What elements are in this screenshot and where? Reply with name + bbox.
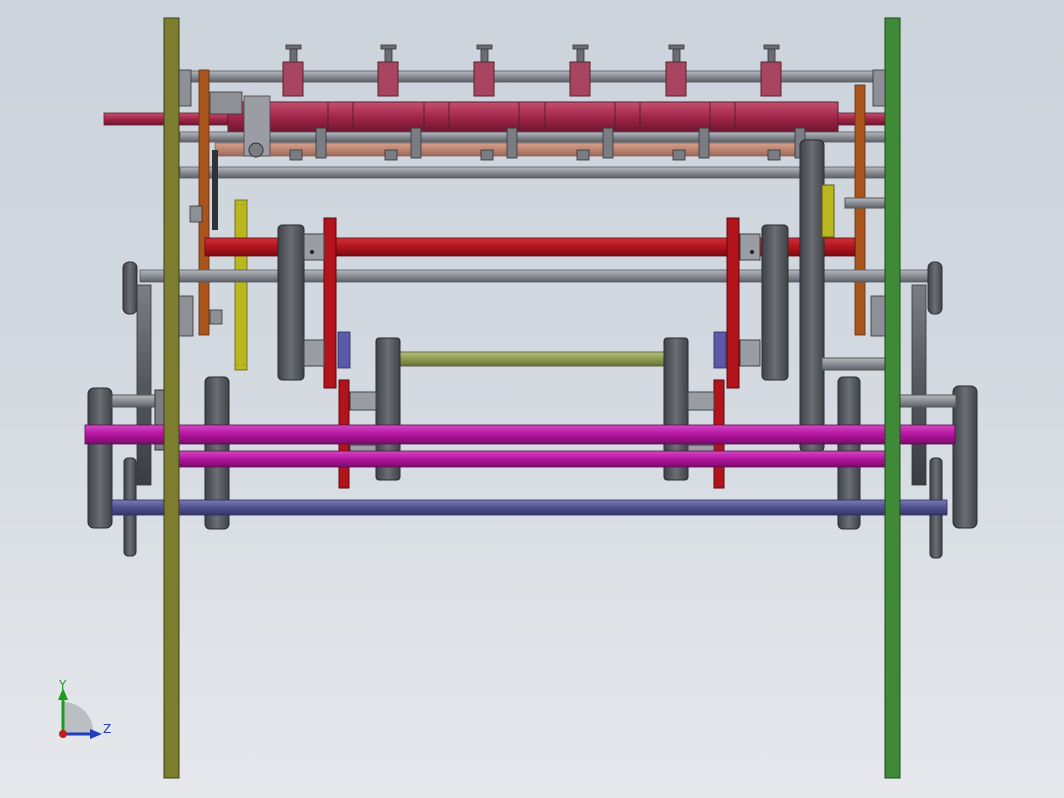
coordinate-triad: Y Z (50, 678, 120, 748)
blue-bottom-shaft (111, 499, 948, 516)
cad-3d-viewport[interactable]: Y Z (0, 0, 1064, 798)
olive-center-shaft (397, 351, 667, 367)
top-clamp-brackets (282, 44, 782, 97)
triad-z-label: Z (103, 722, 112, 736)
left-side-plate (163, 17, 180, 779)
right-side-plate (884, 17, 901, 779)
triad-y-label: Y (59, 678, 67, 692)
assembly-model[interactable] (0, 0, 1064, 798)
yellow-bar (234, 199, 248, 371)
